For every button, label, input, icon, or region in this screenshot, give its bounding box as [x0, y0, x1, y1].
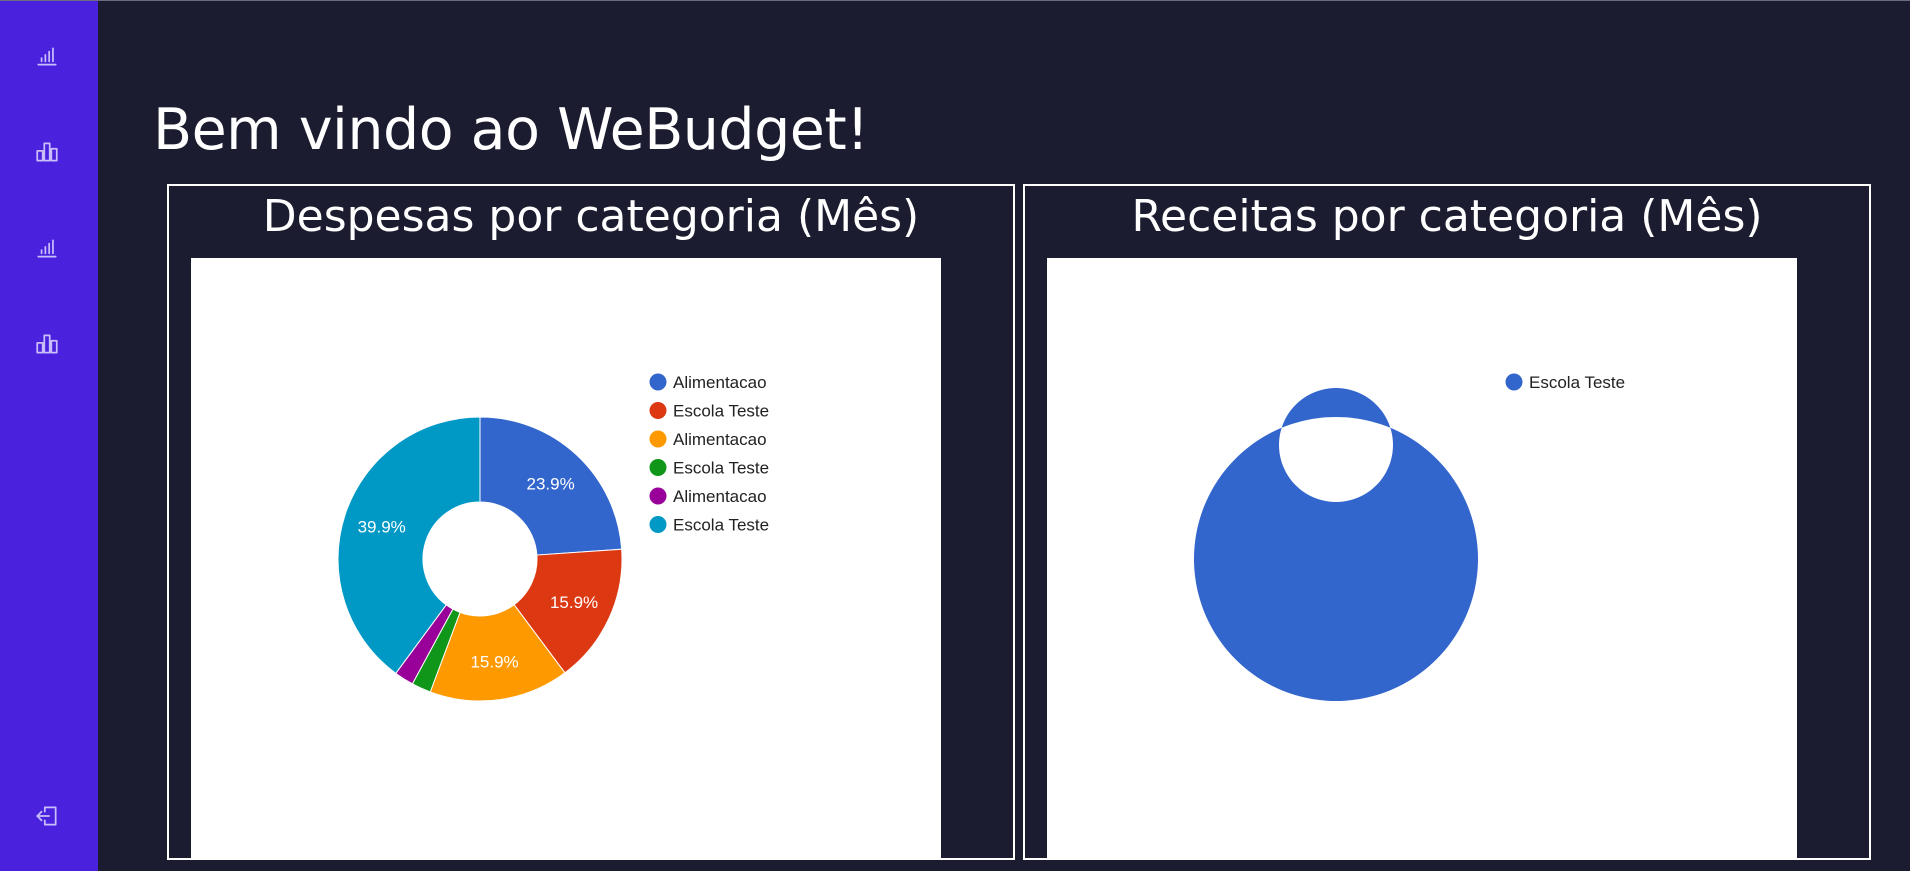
- legend-label[interactable]: Escola Teste: [1529, 373, 1625, 392]
- income-donut-chart: Escola Teste: [1047, 258, 1797, 858]
- sidebar: [0, 1, 98, 871]
- slice-data-label: 15.9%: [470, 652, 518, 671]
- sidebar-item-expenses[interactable]: [24, 129, 70, 175]
- legend-marker: [649, 459, 667, 476]
- expenses-donut-chart: 23.9% 15.9% 15.9% 39.9% Alimentacao Escola Te…: [191, 258, 941, 858]
- donut-chart-svg: Escola Teste: [1193, 373, 1625, 701]
- pie-slice[interactable]: [1193, 388, 1478, 701]
- legend-marker: [649, 516, 667, 533]
- legend-label[interactable]: Escola Teste: [673, 516, 769, 535]
- slice-data-label: 23.9%: [527, 474, 575, 493]
- logout-button[interactable]: [24, 793, 70, 839]
- legend-marker: [649, 430, 667, 448]
- bar-chart-icon: [36, 334, 58, 354]
- bar-chart-icon: [36, 142, 58, 162]
- legend-label[interactable]: Alimentacao: [673, 487, 767, 506]
- legend-marker: [649, 373, 667, 391]
- slice-data-label: 39.9%: [358, 518, 406, 537]
- income-panel: Receitas por categoria (Mês) Escola Test…: [1023, 184, 1871, 860]
- legend-marker: [649, 402, 667, 419]
- legend-label[interactable]: Escola Teste: [673, 402, 769, 421]
- legend-label[interactable]: Alimentacao: [673, 430, 767, 449]
- legend-marker: [1505, 373, 1523, 391]
- signal-bars-icon: [37, 239, 57, 258]
- sidebar-item-reports[interactable]: [24, 225, 70, 271]
- legend-marker: [649, 487, 667, 505]
- sidebar-item-income[interactable]: [24, 321, 70, 367]
- legend-label[interactable]: Escola Teste: [673, 459, 769, 478]
- logout-icon: [36, 806, 57, 826]
- window-top-border: [0, 0, 1910, 1]
- panel-title: Receitas por categoria (Mês): [1131, 191, 1763, 242]
- slice-data-label: 15.9%: [550, 593, 598, 612]
- legend-label[interactable]: Alimentacao: [673, 373, 767, 392]
- expenses-panel: Despesas por categoria (Mês) 23.9% 15.9% 1…: [167, 184, 1015, 860]
- panel-title: Despesas por categoria (Mês): [262, 191, 920, 242]
- donut-chart-svg: 23.9% 15.9% 15.9% 39.9% Alimentacao Escola Te…: [337, 373, 769, 702]
- signal-bars-icon: [37, 47, 57, 66]
- sidebar-item-dashboard[interactable]: [24, 33, 70, 79]
- page-title: Bem vindo ao WeBudget!: [153, 97, 869, 163]
